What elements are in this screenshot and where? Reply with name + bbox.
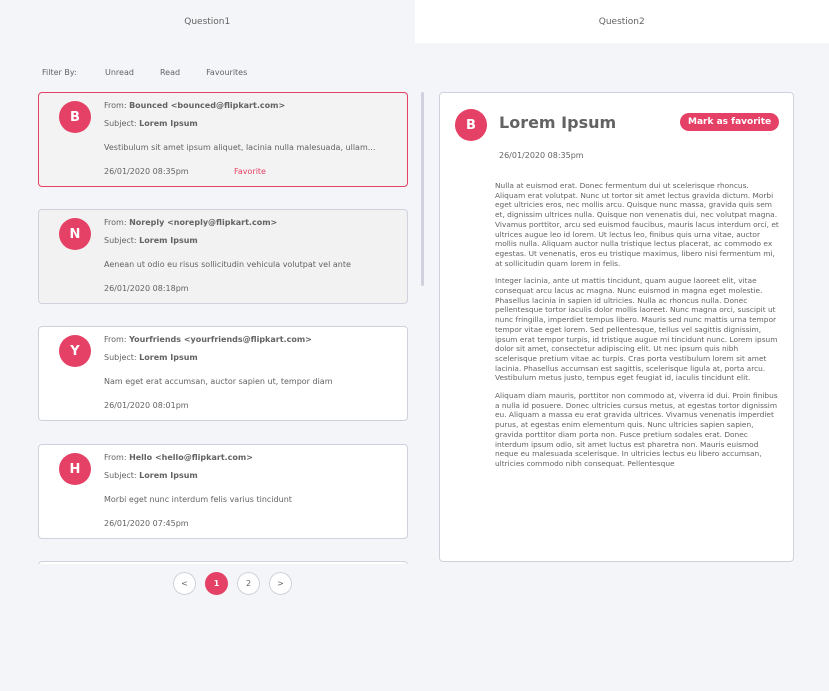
- list-scrollbar[interactable]: [421, 92, 424, 286]
- avatar: N: [59, 218, 91, 250]
- page-2-button[interactable]: 2: [237, 572, 260, 595]
- email-preview: Morbi eget nunc interdum felis varius ti…: [104, 495, 292, 504]
- email-from: From: Bounced <bounced@flipkart.com>: [104, 101, 286, 110]
- avatar: H: [59, 453, 91, 485]
- body-paragraph: Aliquam diam mauris, porttitor non commo…: [495, 391, 778, 468]
- email-item-partial[interactable]: [38, 561, 408, 564]
- prev-page-button[interactable]: <: [173, 572, 196, 595]
- page-1-button[interactable]: 1: [205, 572, 228, 595]
- email-subject: Subject: Lorem Ipsum: [104, 236, 198, 245]
- pagination: < 1 2 >: [173, 572, 292, 595]
- email-date: 26/01/2020 08:35pm: [104, 167, 189, 176]
- email-detail-body: Nulla at euismod erat. Donec fermentum d…: [495, 181, 780, 477]
- email-date: 26/01/2020 08:18pm: [104, 284, 189, 293]
- email-item[interactable]: B From: Bounced <bounced@flipkart.com> S…: [38, 92, 408, 187]
- filter-favourites[interactable]: Favourites: [206, 68, 247, 77]
- tab-question1[interactable]: Question1: [0, 0, 415, 43]
- email-from: From: Hello <hello@flipkart.com>: [104, 453, 253, 462]
- tab-question2[interactable]: Question2: [414, 0, 829, 43]
- email-detail-title: Lorem Ipsum: [499, 113, 617, 132]
- avatar: B: [59, 101, 91, 133]
- email-preview: Nam eget erat accumsan, auctor sapien ut…: [104, 377, 333, 386]
- email-item[interactable]: H From: Hello <hello@flipkart.com> Subje…: [38, 444, 408, 539]
- avatar: B: [455, 109, 487, 141]
- body-paragraph: Integer lacinia, ante ut mattis tincidun…: [495, 276, 778, 383]
- email-item[interactable]: Y From: Yourfriends <yourfriends@flipkar…: [38, 326, 408, 421]
- email-preview: Aenean ut odio eu risus sollicitudin veh…: [104, 260, 351, 269]
- email-item[interactable]: N From: Noreply <noreply@flipkart.com> S…: [38, 209, 408, 304]
- email-date: 26/01/2020 08:01pm: [104, 401, 189, 410]
- filter-unread[interactable]: Unread: [105, 68, 134, 77]
- email-detail-date: 26/01/2020 08:35pm: [499, 151, 584, 160]
- email-preview: Vestibulum sit amet ipsum aliquet, lacin…: [104, 143, 376, 152]
- email-subject: Subject: Lorem Ipsum: [104, 119, 198, 128]
- mark-favorite-button[interactable]: Mark as favorite: [680, 113, 780, 131]
- filter-read[interactable]: Read: [160, 68, 180, 77]
- email-date: 26/01/2020 07:45pm: [104, 519, 189, 528]
- email-subject: Subject: Lorem Ipsum: [104, 353, 198, 362]
- favorite-tag: Favorite: [234, 167, 266, 176]
- avatar: Y: [59, 335, 91, 367]
- next-page-button[interactable]: >: [269, 572, 292, 595]
- filter-bar: Filter By: Unread Read Favourites: [42, 66, 273, 78]
- email-from: From: Noreply <noreply@flipkart.com>: [104, 218, 278, 227]
- email-list: B From: Bounced <bounced@flipkart.com> S…: [38, 92, 408, 564]
- email-subject: Subject: Lorem Ipsum: [104, 471, 198, 480]
- email-detail-panel: B Lorem Ipsum Mark as favorite 26/01/202…: [439, 92, 794, 562]
- body-paragraph: Nulla at euismod erat. Donec fermentum d…: [495, 181, 779, 268]
- filter-label: Filter By:: [42, 67, 77, 77]
- email-from: From: Yourfriends <yourfriends@flipkart.…: [104, 335, 312, 344]
- tab-bar: Question1 Question2: [0, 0, 829, 43]
